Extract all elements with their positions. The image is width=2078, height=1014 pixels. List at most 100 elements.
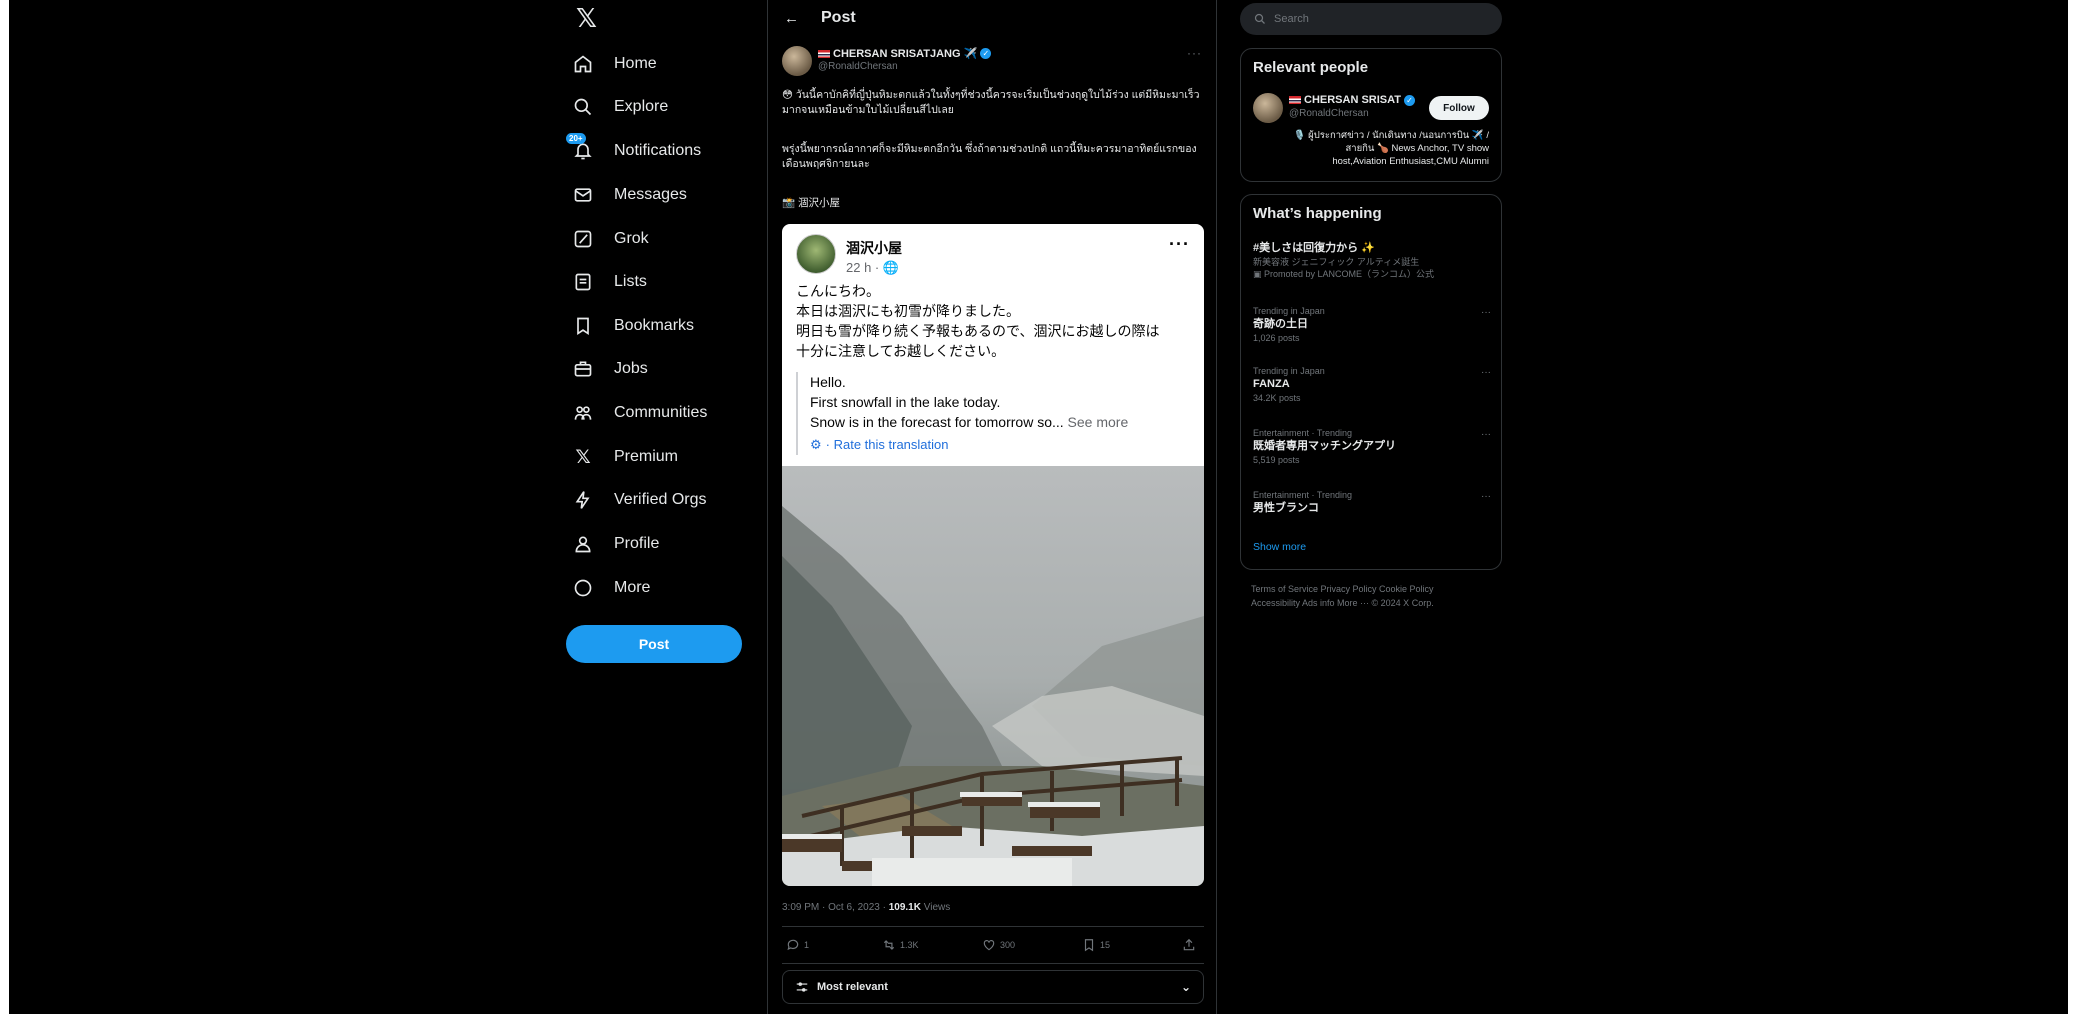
sidebar-item-premium[interactable]: 𝕏 Premium	[572, 442, 678, 472]
bell-icon: 20+	[566, 133, 594, 162]
author-name-row[interactable]: CHERSAN SRISATJANG ✈️ ✓	[818, 47, 992, 60]
post-header: ← Post	[768, 0, 1216, 36]
trend-more-icon[interactable]: ···	[1481, 429, 1491, 440]
post-timestamp[interactable]: 3:09 PM · Oct 6, 2023 · 109.1K Views	[782, 902, 950, 913]
sidebar-item-label: Lists	[614, 273, 647, 290]
sidebar-item-label: Grok	[614, 230, 649, 247]
post-text-paragraph-2: พรุ่งนี้พยากรณ์อากาศก็จะมีหิมะตกอีกวัน ซ…	[782, 143, 1197, 170]
sidebar-item-profile[interactable]: Profile	[572, 529, 659, 559]
trend-more-icon[interactable]: ···	[1481, 367, 1491, 378]
views-count: 109.1K	[888, 902, 921, 913]
x-logo-icon[interactable]: 𝕏	[576, 5, 600, 31]
trend-more-icon[interactable]: ···	[1481, 491, 1491, 502]
heart-icon	[983, 940, 995, 951]
trend-name: #美しさは回復力から ✨	[1253, 242, 1375, 254]
trend-meta: Trending in Japan	[1253, 306, 1325, 316]
sidebar-item-communities[interactable]: Communities	[572, 398, 707, 428]
trend-count: 5,519 posts	[1253, 455, 1300, 465]
trend-name: 男性ブランコ	[1253, 502, 1319, 514]
sliders-icon	[796, 982, 808, 992]
post-text-paragraph-1: 😳 วันนี้คาบักคิที่ญี่ปุ่นหิมะตกแล้วในทั้…	[782, 89, 1200, 116]
sidebar-item-label: Communities	[614, 404, 708, 421]
trend-name: 既婚者専用マッチングアプリ	[1253, 440, 1396, 452]
embed-jp-line: 十分に注意してお越しください。	[796, 344, 1006, 360]
sidebar-item-verified-orgs[interactable]: Verified Orgs	[572, 485, 706, 515]
post-actions: 1 1.3K 300 15	[782, 926, 1204, 964]
more-options-icon[interactable]: ···	[1187, 46, 1202, 60]
trend-promoted-text: Promoted by LANCOME（ランコム）公式	[1264, 269, 1435, 279]
rate-translation-text: · Rate this translation	[825, 437, 949, 452]
sidebar-item-label: Home	[614, 55, 657, 72]
rate-translation-link[interactable]: ⚙ · Rate this translation	[810, 435, 1191, 455]
snowy-mountain-photo[interactable]	[782, 466, 1204, 886]
trend-promoted: ▣ Promoted by LANCOME（ランコム）公式	[1253, 268, 1491, 280]
sidebar-item-home[interactable]: Home	[572, 49, 657, 79]
thailand-flag-icon	[1289, 96, 1301, 104]
sidebar-item-bookmarks[interactable]: Bookmarks	[572, 311, 694, 341]
bookmark-icon	[1084, 939, 1094, 952]
trend-item[interactable]: Entertainment · Trending 男性ブランコ ···	[1253, 489, 1491, 516]
post-button[interactable]: Post	[566, 625, 742, 663]
embed-trans-line: Hello.	[810, 374, 846, 390]
reply-sort-dropdown[interactable]: Most relevant ⌄	[782, 970, 1204, 1004]
sidebar-item-label: Bookmarks	[614, 317, 695, 334]
reply-icon	[787, 939, 799, 951]
repost-button[interactable]: 1.3K	[882, 938, 919, 952]
relevant-person-name-row[interactable]: CHERSAN SRISAT ✓	[1289, 94, 1415, 106]
promoted-icon: ▣	[1253, 269, 1265, 279]
trend-item[interactable]: Entertainment · Trending 既婚者専用マッチングアプリ 5…	[1253, 427, 1491, 466]
page-title: Post	[821, 9, 856, 26]
search-input[interactable]: Search	[1240, 3, 1502, 35]
envelope-icon	[572, 184, 594, 206]
sidebar-item-notifications[interactable]: 20+ Notifications	[566, 133, 702, 166]
main-column: ← Post CHERSAN SRISATJANG ✈️ ✓ @RonaldCh…	[767, 0, 1217, 1014]
sidebar-item-label: More	[614, 579, 651, 596]
sidebar-item-explore[interactable]: Explore	[572, 92, 668, 122]
bookmark-button[interactable]: 15	[1082, 938, 1110, 952]
sort-label: Most relevant	[817, 981, 888, 993]
avatar[interactable]	[782, 46, 812, 76]
person-icon	[572, 533, 594, 555]
trend-count: 1,026 posts	[1253, 333, 1300, 343]
see-more-link[interactable]: See more	[1068, 414, 1129, 430]
footer-line[interactable]: Terms of Service Privacy Policy Cookie P…	[1251, 582, 1501, 596]
sidebar-item-messages[interactable]: Messages	[572, 180, 687, 210]
notification-badge: 20+	[566, 133, 586, 144]
embed-japanese-text: こんにちわ。 本日は涸沢にも初雪が降りました。 明日も雪が降り続く予報もあるので…	[796, 282, 1196, 362]
trend-item[interactable]: #美しさは回復力から ✨ 新美容液 ジェニフィック アルティメ誕生 ▣ Prom…	[1253, 241, 1491, 280]
embedded-facebook-post[interactable]: 涸沢小屋 22 h · 🌐 ··· こんにちわ。 本日は涸沢にも初雪が降りました…	[782, 224, 1204, 886]
embed-trans-text: Snow is in the forecast for tomorrow so.…	[810, 414, 1068, 430]
sidebar-item-grok[interactable]: Grok	[572, 224, 649, 254]
sidebar-item-label: Explore	[614, 98, 669, 115]
relevant-person-handle[interactable]: @RonaldChersan	[1289, 108, 1369, 119]
embed-time-text: 22 h ·	[846, 260, 883, 275]
embed-jp-line: こんにちわ。	[796, 284, 880, 300]
search-icon	[572, 96, 594, 118]
sidebar-item-label: Notifications	[614, 142, 702, 159]
trend-item[interactable]: Trending in Japan FANZA 34.2K posts ···	[1253, 365, 1491, 404]
thailand-flag-icon	[818, 49, 830, 58]
trend-item[interactable]: Trending in Japan 奇跡の土日 1,026 posts ···	[1253, 305, 1491, 344]
sidebar-item-jobs[interactable]: Jobs	[572, 354, 648, 384]
list-icon	[572, 271, 594, 293]
avatar[interactable]	[1253, 93, 1283, 123]
sidebar-item-label: Jobs	[614, 360, 648, 377]
sidebar-item-lists[interactable]: Lists	[572, 267, 647, 297]
timestamp-text: 3:09 PM · Oct 6, 2023 ·	[782, 902, 889, 913]
bookmark-count: 15	[1100, 940, 1111, 950]
show-more-link[interactable]: Show more	[1253, 541, 1306, 553]
gear-icon: ⚙	[810, 437, 822, 452]
author-handle[interactable]: @RonaldChersan	[818, 61, 898, 72]
sidebar-item-more[interactable]: More	[572, 573, 650, 603]
globe-icon: 🌐	[882, 260, 900, 275]
embed-more-icon[interactable]: ···	[1169, 234, 1190, 255]
trend-more-icon[interactable]: ···	[1481, 307, 1491, 318]
back-arrow-icon[interactable]: ←	[784, 10, 799, 27]
like-button[interactable]: 300	[982, 938, 1015, 952]
share-button[interactable]	[1182, 938, 1196, 952]
follow-button[interactable]: Follow	[1429, 96, 1489, 120]
trend-meta: Trending in Japan	[1253, 366, 1325, 376]
footer-line[interactable]: Accessibility Ads info More ··· © 2024 X…	[1251, 596, 1501, 610]
like-count: 300	[1000, 940, 1016, 950]
reply-button[interactable]: 1	[786, 938, 809, 952]
